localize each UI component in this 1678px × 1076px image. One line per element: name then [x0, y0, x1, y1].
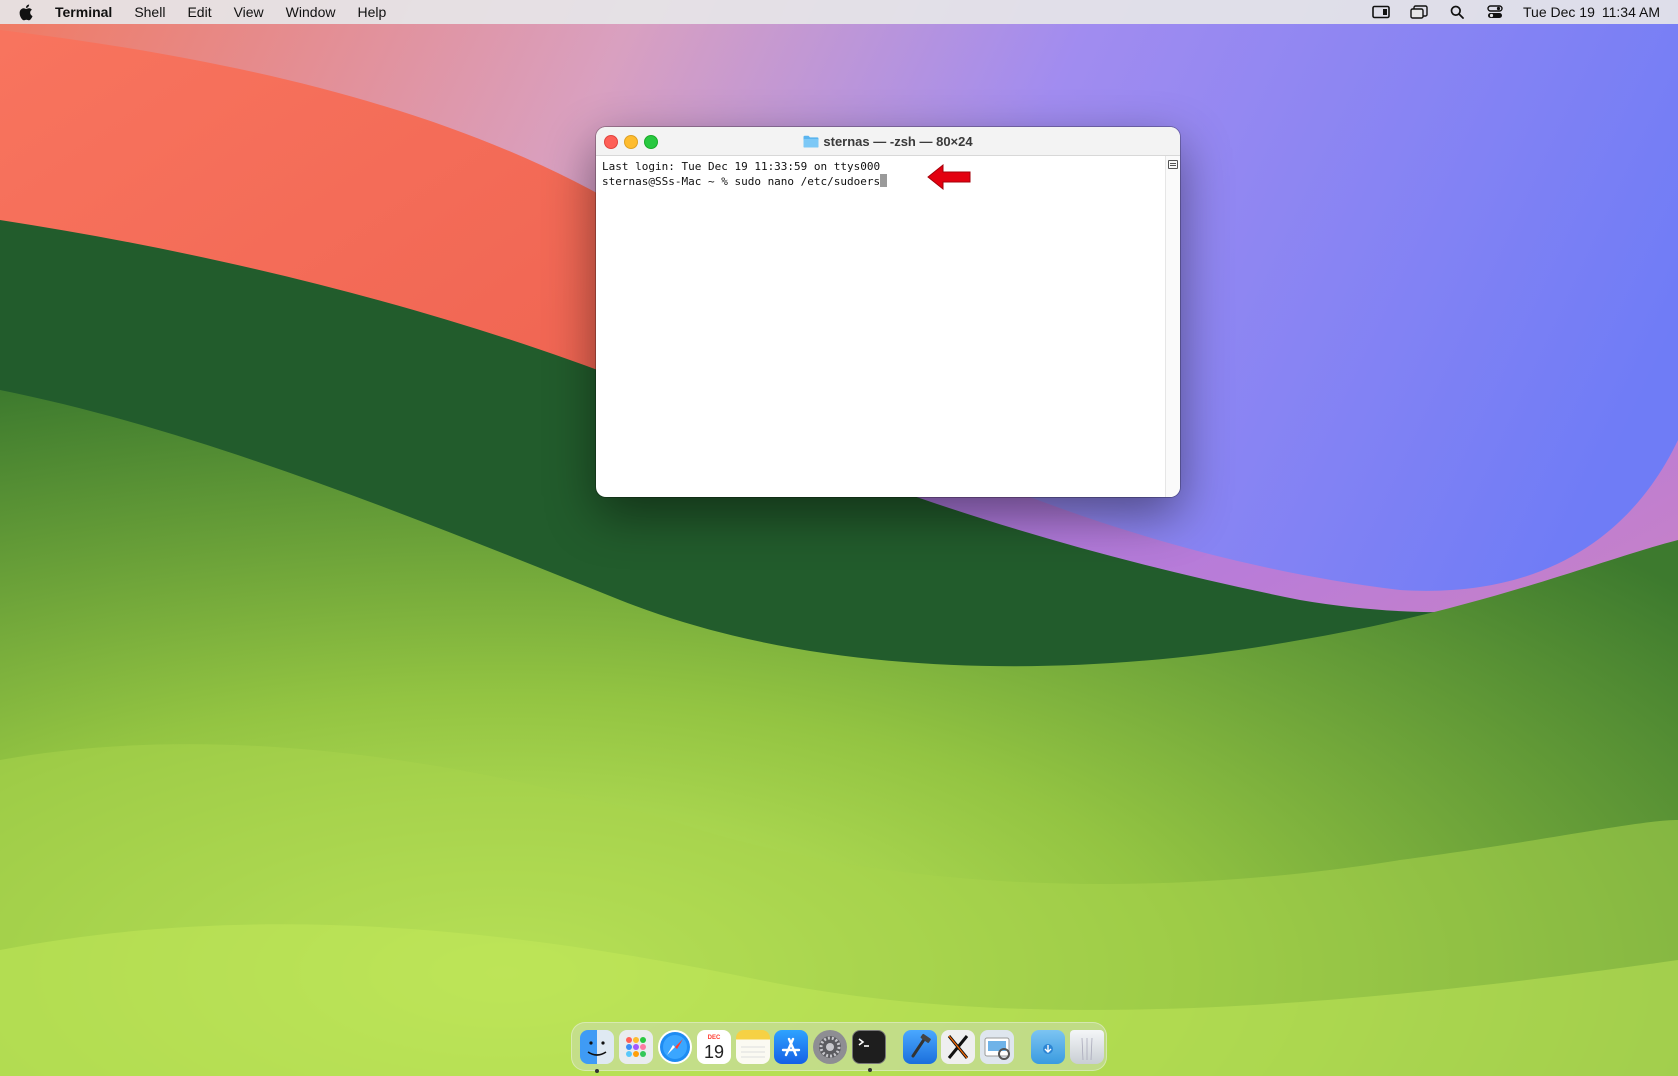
screen-mirroring-icon[interactable]	[1371, 4, 1391, 20]
dock-launchpad-icon[interactable]	[619, 1029, 654, 1064]
menu-help[interactable]: Help	[357, 0, 386, 24]
menu-view[interactable]: View	[234, 0, 264, 24]
dock-xcode-icon[interactable]	[902, 1029, 937, 1064]
split-pane-icon[interactable]	[1168, 160, 1178, 169]
running-indicator	[595, 1068, 600, 1073]
dock-terminal-icon[interactable]	[851, 1029, 886, 1072]
app-menu-terminal[interactable]: Terminal	[55, 0, 112, 24]
menubar-clock[interactable]: Tue Dec 19 11:34 AM	[1523, 4, 1660, 20]
dock-finder-icon[interactable]	[580, 1029, 615, 1073]
clock-date: Tue Dec 19	[1523, 4, 1595, 20]
terminal-scrollbar[interactable]	[1165, 156, 1180, 497]
dock-calendar-icon[interactable]: DEC 19	[696, 1029, 731, 1064]
dock-notes-icon[interactable]	[735, 1029, 770, 1064]
prompt-command-text: sternas@SSs-Mac ~ % sudo nano /etc/sudoe…	[602, 175, 881, 188]
dock-safari-icon[interactable]	[657, 1029, 692, 1064]
red-arrow-annotation	[927, 163, 971, 191]
window-title-text: sternas — -zsh — 80×24	[823, 133, 973, 149]
window-title: sternas — -zsh — 80×24	[596, 127, 1180, 155]
menu-window[interactable]: Window	[286, 0, 336, 24]
menu-edit[interactable]: Edit	[187, 0, 211, 24]
stage-manager-icon[interactable]	[1409, 4, 1429, 20]
dock-x11-icon[interactable]	[941, 1029, 976, 1064]
control-center-icon[interactable]	[1485, 4, 1505, 20]
folder-icon	[803, 135, 819, 147]
calendar-month: DEC	[707, 1035, 720, 1041]
dock-downloads-folder-icon[interactable]	[1030, 1029, 1065, 1064]
terminal-window[interactable]: sternas — -zsh — 80×24 Last login: Tue D…	[596, 127, 1180, 497]
spotlight-search-icon[interactable]	[1447, 4, 1467, 20]
dock-trash-icon[interactable]	[1069, 1029, 1104, 1064]
terminal-line-last-login: Last login: Tue Dec 19 11:33:59 on ttys0…	[602, 160, 881, 173]
menu-bar: Terminal Shell Edit View Window Help Tue…	[0, 0, 1678, 24]
text-cursor	[880, 174, 888, 187]
terminal-line-prompt: sternas@SSs-Mac ~ % sudo nano /etc/sudoe…	[602, 174, 1160, 189]
dock: DEC 19	[571, 1022, 1107, 1073]
calendar-day: 19	[704, 1042, 724, 1062]
window-titlebar[interactable]: sternas — -zsh — 80×24	[596, 127, 1180, 156]
menu-shell[interactable]: Shell	[134, 0, 165, 24]
clock-time: 11:34 AM	[1601, 4, 1660, 20]
terminal-content[interactable]: Last login: Tue Dec 19 11:33:59 on ttys0…	[596, 156, 1166, 497]
running-indicator	[867, 1067, 872, 1072]
apple-menu-icon[interactable]	[19, 3, 35, 21]
dock-app-store-icon[interactable]	[774, 1029, 809, 1064]
dock-preview-icon[interactable]	[980, 1029, 1015, 1064]
dock-system-settings-icon[interactable]	[813, 1029, 848, 1064]
